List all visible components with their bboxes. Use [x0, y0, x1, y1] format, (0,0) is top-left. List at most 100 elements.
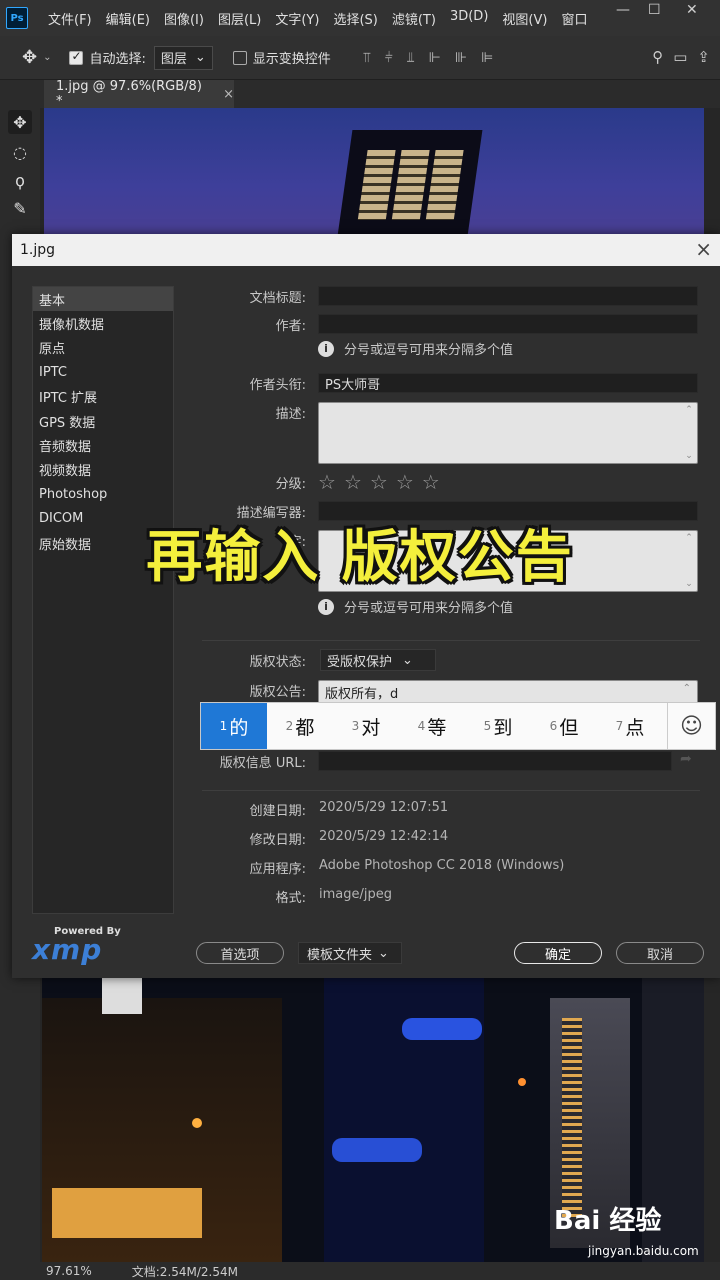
- scrollbar[interactable]: ⌃ ⌄: [683, 405, 695, 461]
- category-photoshop[interactable]: Photoshop: [33, 482, 173, 506]
- street-light: [518, 1078, 526, 1086]
- star-icon[interactable]: ☆: [396, 470, 414, 494]
- ime-candidate-5[interactable]: 5到: [465, 703, 531, 749]
- author-title-label: 作者头衔:: [249, 378, 306, 393]
- marquee-tool-icon[interactable]: ◌: [8, 140, 32, 164]
- emoji-icon[interactable]: ☺: [667, 703, 715, 749]
- doc-title-label: 文档标题:: [249, 291, 306, 306]
- options-right: ⚲ ▭ ⇪: [652, 48, 710, 66]
- close-tab-icon[interactable]: ×: [223, 87, 234, 102]
- rating-label: 分级:: [275, 477, 306, 492]
- chevron-down-icon[interactable]: ⌄: [43, 52, 51, 63]
- menu-image[interactable]: 图像(I): [164, 9, 204, 28]
- doc-title-input[interactable]: [318, 286, 698, 306]
- author-label: 作者:: [275, 319, 306, 334]
- preferences-button[interactable]: 首选项: [196, 942, 284, 964]
- menu-filter[interactable]: 滤镜(T): [392, 9, 436, 28]
- menu-3d[interactable]: 3D(D): [450, 9, 488, 28]
- move-tool-icon[interactable]: ✥: [8, 110, 32, 134]
- align-top-icon[interactable]: ⫪: [363, 50, 371, 66]
- description-textarea[interactable]: ⌃ ⌄: [318, 402, 698, 464]
- zoom-level: 97.61%: [46, 1264, 92, 1278]
- maximize-icon[interactable]: ☐: [648, 2, 661, 18]
- close-window-icon[interactable]: ✕: [686, 2, 698, 18]
- author-input[interactable]: [318, 314, 698, 334]
- author-hint: i 分号或逗号可用来分隔多个值: [318, 339, 513, 358]
- show-transform-checkbox[interactable]: [232, 50, 247, 65]
- auto-select-dropdown[interactable]: 图层 ⌄: [153, 45, 213, 70]
- xmp-logo: Powered By xmp: [32, 926, 121, 966]
- align-left-icon[interactable]: ⊩: [429, 50, 441, 66]
- share-icon[interactable]: ⇪: [697, 48, 710, 66]
- chevron-down-icon: ⌄: [402, 652, 413, 668]
- chevron-up-icon: ⌃: [685, 405, 693, 415]
- category-basic[interactable]: 基本: [33, 287, 173, 312]
- ime-candidate-4[interactable]: 4等: [399, 703, 465, 749]
- copyright-url-input[interactable]: [318, 751, 672, 771]
- lasso-tool-icon[interactable]: ϙ: [8, 168, 32, 192]
- menu-type[interactable]: 文字(Y): [275, 9, 319, 28]
- menu-layer[interactable]: 图层(L): [218, 9, 261, 28]
- ime-candidate-2[interactable]: 2都: [267, 703, 333, 749]
- category-camera-data[interactable]: 摄像机数据: [33, 311, 173, 335]
- copyright-notice-label: 版权公告:: [249, 685, 306, 700]
- window-lights: [425, 150, 464, 220]
- chevron-up-icon: ⌃: [682, 683, 691, 694]
- keywords-hint-text: 分号或逗号可用来分隔多个值: [344, 601, 514, 616]
- align-right-icon[interactable]: ⊫: [481, 50, 493, 66]
- close-icon[interactable]: ×: [695, 237, 712, 261]
- category-gps[interactable]: GPS 数据: [33, 409, 173, 433]
- cancel-button[interactable]: 取消: [616, 942, 704, 964]
- star-icon[interactable]: ☆: [370, 470, 388, 494]
- watermark-logo: Bai 经验: [554, 1206, 662, 1236]
- created-value: 2020/5/29 12:07:51: [319, 800, 449, 815]
- category-iptc[interactable]: IPTC: [33, 360, 173, 384]
- menu-select[interactable]: 选择(S): [333, 9, 377, 28]
- category-audio[interactable]: 音频数据: [33, 433, 173, 457]
- align-hcenter-icon[interactable]: ⊪: [455, 50, 467, 66]
- menu-window[interactable]: 窗口: [561, 9, 587, 28]
- align-bottom-icon[interactable]: ⫫: [407, 50, 415, 66]
- dialog-title: 1.jpg: [20, 242, 56, 258]
- template-folder-dropdown[interactable]: 模板文件夹 ⌄: [298, 942, 402, 964]
- menu-file[interactable]: 文件(F): [48, 9, 92, 28]
- ime-candidate-3[interactable]: 3对: [333, 703, 399, 749]
- ime-candidate-7[interactable]: 7点: [597, 703, 663, 749]
- menu-view[interactable]: 视图(V): [502, 9, 547, 28]
- doc-size: 文档:2.54M/2.54M: [131, 1264, 238, 1279]
- open-url-icon[interactable]: ➦: [680, 751, 692, 767]
- copyright-status-label: 版权状态:: [249, 655, 306, 670]
- minimize-icon[interactable]: —: [616, 2, 630, 18]
- category-video[interactable]: 视频数据: [33, 458, 173, 482]
- category-origin[interactable]: 原点: [33, 336, 173, 360]
- menu-edit[interactable]: 编辑(E): [106, 9, 150, 28]
- xmp-mark: xmp: [32, 933, 103, 966]
- star-icon[interactable]: ☆: [318, 470, 336, 494]
- watermark-url: jingyan.baidu.com: [588, 1244, 699, 1258]
- copyright-notice-textarea[interactable]: 版权所有，d ⌃: [318, 680, 698, 704]
- star-icon[interactable]: ☆: [422, 470, 440, 494]
- search-icon[interactable]: ⚲: [652, 48, 663, 66]
- quick-select-tool-icon[interactable]: ✎: [8, 196, 32, 220]
- copyright-status-dropdown[interactable]: 受版权保护 ⌄: [320, 649, 436, 671]
- dialog-title-bar: 1.jpg ×: [12, 234, 720, 266]
- author-title-input[interactable]: PS大师哥: [318, 373, 698, 393]
- menu-bar: Ps 文件(F) 编辑(E) 图像(I) 图层(L) 文字(Y) 选择(S) 滤…: [0, 0, 720, 36]
- star-icon[interactable]: ☆: [344, 470, 362, 494]
- auto-select-checkbox[interactable]: [69, 49, 84, 65]
- copyright-notice-value: 版权所有，d: [325, 687, 399, 702]
- document-tab[interactable]: 1.jpg @ 97.6%(RGB/8) * ×: [44, 79, 234, 109]
- ok-button[interactable]: 确定: [514, 942, 602, 964]
- format-label: 格式:: [275, 891, 306, 906]
- category-list: 基本 摄像机数据 原点 IPTC IPTC 扩展 GPS 数据 音频数据 视频数…: [32, 286, 174, 914]
- move-tool-icon[interactable]: ✥: [22, 47, 37, 68]
- ime-candidate-6[interactable]: 6但: [531, 703, 597, 749]
- workspace-icon[interactable]: ▭: [673, 48, 687, 66]
- description-label: 描述:: [275, 407, 306, 422]
- category-iptc-extension[interactable]: IPTC 扩展: [33, 385, 173, 409]
- window-lights: [357, 150, 396, 220]
- align-vcenter-icon[interactable]: ⫩: [385, 50, 393, 66]
- rating-stars: ☆ ☆ ☆ ☆ ☆: [318, 470, 440, 494]
- canvas-photo-top: [44, 108, 704, 238]
- ime-candidate-1[interactable]: 1的: [201, 703, 267, 749]
